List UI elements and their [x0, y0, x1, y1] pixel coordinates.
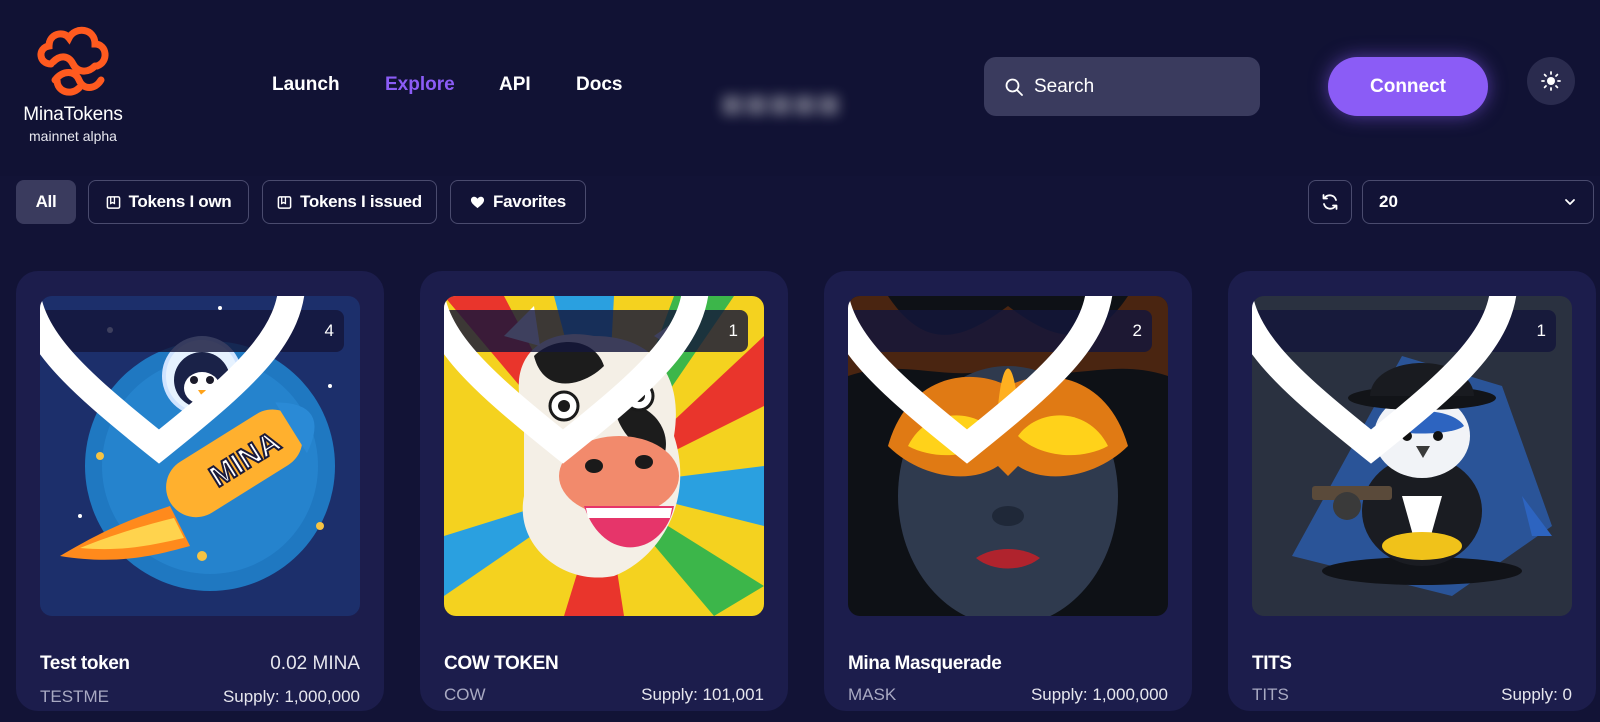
wallet-icon — [106, 195, 120, 209]
token-image-pop-art-cow: 1 — [444, 296, 764, 616]
wallet-icon — [277, 195, 292, 209]
filter-tokens-own-label: Tokens I own — [128, 192, 232, 211]
token-name: COW TOKEN — [444, 653, 559, 674]
like-count: 1 — [1536, 321, 1546, 340]
token-supply: Supply: 101,001 — [641, 685, 764, 704]
nav-launch[interactable]: Launch — [272, 74, 340, 96]
token-name: Mina Masquerade — [848, 653, 1002, 674]
token-symbol: TESTME — [40, 687, 109, 706]
token-card[interactable]: 1 COW TOKEN COW Supply: 101,001 — [420, 271, 788, 711]
like-count: 4 — [324, 321, 334, 340]
brand-logo[interactable]: MinaTokens mainnet alpha — [18, 22, 128, 144]
search-box[interactable] — [984, 57, 1260, 116]
nav-docs[interactable]: Docs — [576, 74, 622, 96]
filter-all-button[interactable]: All — [16, 180, 76, 224]
token-symbol: COW — [444, 685, 486, 704]
theme-toggle-button[interactable] — [1527, 57, 1575, 105]
like-button[interactable]: 2 — [848, 296, 1152, 464]
token-supply: Supply: 1,000,000 — [1030, 685, 1168, 704]
filter-all-label: All — [35, 192, 57, 211]
filter-favorites-button[interactable]: Favorites — [450, 180, 586, 224]
token-symbol: TITS — [1252, 685, 1289, 704]
token-card[interactable]: 1 TITS TITS Supply: 0 — [1228, 271, 1596, 711]
token-card[interactable]: 2 Mina Masquerade MASK Supply: 1,000,000 — [824, 271, 1192, 711]
nav-explore[interactable]: Explore — [385, 74, 455, 96]
token-name: TITS — [1252, 653, 1292, 674]
token-name: Test token — [40, 653, 130, 674]
search-input[interactable] — [1034, 75, 1234, 98]
connect-button[interactable]: Connect — [1328, 57, 1488, 116]
like-button[interactable]: 1 — [1252, 296, 1556, 464]
page-size-value: 20 — [1379, 192, 1398, 211]
page-size-select[interactable]: 20 — [1362, 180, 1594, 224]
filter-tokens-issued-button[interactable]: Tokens I issued — [262, 180, 437, 224]
like-count: 2 — [1132, 321, 1142, 340]
brand-subtitle: mainnet alpha — [29, 128, 117, 144]
heart-outline-icon — [1252, 296, 1516, 464]
header: MinaTokens mainnet alpha Launch Explore … — [0, 0, 1600, 176]
heart-outline-icon — [444, 296, 708, 464]
refresh-icon — [1322, 194, 1338, 210]
heart-icon — [470, 196, 485, 208]
token-symbol: MASK — [848, 685, 897, 704]
refresh-button[interactable] — [1308, 180, 1352, 224]
token-price: 0.02 MINA — [270, 653, 360, 674]
like-count: 1 — [728, 321, 738, 340]
like-button[interactable]: 4 — [40, 296, 344, 464]
blurred-page-title: ■■■■■ — [720, 82, 841, 126]
like-button[interactable]: 1 — [444, 296, 748, 464]
filter-favorites-label: Favorites — [493, 192, 566, 211]
sun-icon — [1541, 71, 1561, 91]
chevron-down-icon — [1565, 199, 1575, 205]
token-card[interactable]: MINA 4 Test token 0.02 MINA TESTME Suppl… — [16, 271, 384, 711]
filter-tokens-issued-label: Tokens I issued — [300, 192, 422, 211]
token-supply: Supply: 1,000,000 — [222, 687, 360, 706]
brand-name: MinaTokens — [23, 104, 123, 125]
token-image-penguin-rocket: MINA 4 — [40, 296, 360, 616]
search-icon — [1005, 78, 1023, 96]
heart-outline-icon — [40, 296, 304, 464]
token-supply: Supply: 0 — [1501, 685, 1572, 704]
heart-outline-icon — [848, 296, 1112, 464]
token-image-gangster-bird: 1 — [1252, 296, 1572, 616]
filter-tokens-own-button[interactable]: Tokens I own — [88, 180, 249, 224]
cloud-logo-icon — [37, 26, 109, 96]
token-image-masquerade-mask: 2 — [848, 296, 1168, 616]
nav-api[interactable]: API — [499, 74, 531, 96]
